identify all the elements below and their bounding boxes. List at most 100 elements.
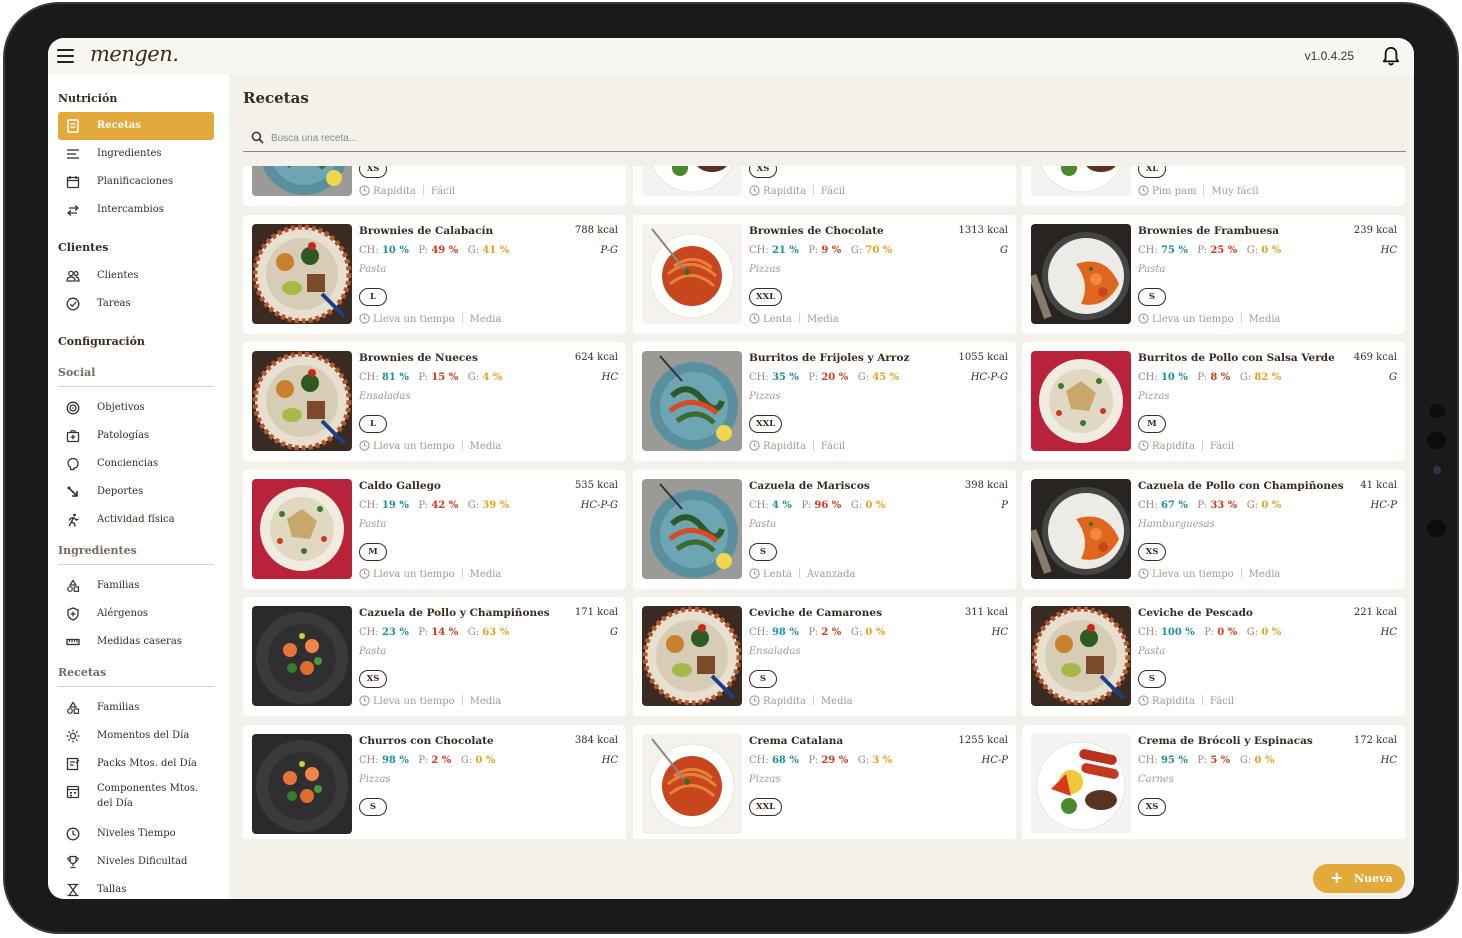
g-value: 0 % (1261, 244, 1282, 256)
ch-value: 19 % (381, 499, 409, 511)
recipe-macro-tags: HC (1380, 244, 1397, 256)
sidebar-item-label: Familias (97, 702, 140, 713)
sidebar-item-ingredientes[interactable]: Ingredientes (58, 140, 214, 168)
recipe-card[interactable]: Crema de Brócoli y Espinacas 172 kcal CH:… (1022, 724, 1405, 839)
recipe-card[interactable]: EnsaladasXLPim pamMuy fácil (1022, 166, 1405, 206)
recipe-name: Brownies de Frambuesa (1138, 224, 1280, 237)
g-label: G: (467, 499, 480, 511)
p-label: P: (418, 244, 429, 256)
recipe-macros: CH: 23 % P: 14 % G: 63 % (359, 627, 509, 638)
sidebar-item-componentes-mtos[interactable]: Componentes Mtos. del Día (58, 778, 214, 816)
recipe-name: Brownies de Chocolate (749, 224, 884, 237)
search-icon (251, 131, 264, 144)
users-icon (66, 270, 80, 282)
recipe-card[interactable]: Cazuela de Pollo y Champiñones 171 kcal C… (243, 597, 626, 716)
recipe-card[interactable]: Cazuela de Pollo con Champiñones 41 kcal … (1022, 469, 1405, 589)
recipe-category: Pasta (749, 518, 777, 530)
recipe-card[interactable]: Churros con Chocolate 384 kcal CH: 98 % P… (243, 724, 626, 839)
clock-icon (1138, 440, 1152, 452)
g-label: G: (460, 754, 473, 766)
sun-icon (66, 729, 80, 743)
recipe-card[interactable]: Brownies de Frambuesa 239 kcal CH: 75 % P… (1022, 214, 1405, 334)
ch-label: CH: (359, 754, 379, 766)
sidebar-item-objetivos[interactable]: Objetivos (58, 394, 214, 422)
recipe-card[interactable]: Brownies de Calabacín 788 kcal CH: 10 % P… (243, 214, 626, 334)
recipe-time: Lleva un tiempo (373, 696, 455, 707)
recipe-difficulty: Media (806, 313, 839, 325)
recipe-macro-tags: HC-P-G (580, 499, 618, 511)
recipe-time: Rapidita (1152, 441, 1195, 452)
recipe-card[interactable]: Crema Catalana 1255 kcal CH: 68 % P: 29 %… (633, 724, 1016, 839)
shield-icon (67, 607, 79, 621)
sidebar-item-deportes[interactable]: Deportes (58, 478, 214, 506)
recipe-size-badge: XXL (749, 287, 783, 306)
clock-icon (359, 185, 373, 197)
ch-label: CH: (1138, 372, 1158, 383)
recipe-card[interactable]: PastaXSRapiditaFácil (243, 166, 626, 206)
notifications-bell-icon[interactable] (1382, 46, 1400, 66)
sidebar-item-recetas[interactable]: Recetas (58, 112, 214, 140)
search-input[interactable] (271, 129, 871, 147)
sidebar-item-familias-ingredientes[interactable]: Familias (58, 572, 214, 600)
p-value: 42 % (431, 499, 459, 511)
sidebar-item-intercambios[interactable]: Intercambios (58, 196, 214, 224)
hamburger-menu-icon[interactable] (57, 49, 74, 63)
sports-arrow-icon (67, 486, 78, 497)
sidebar-item-packs-mtos[interactable]: Packs Mtos. del Día (58, 750, 214, 778)
recipe-card[interactable]: Caldo Gallego 535 kcal CH: 19 % P: 42 % G… (243, 469, 626, 589)
recipe-size-badge: XS (359, 166, 387, 178)
recipe-size-badge: S (749, 542, 777, 561)
clock-icon (359, 695, 373, 707)
recipe-time: Lleva un tiempo (373, 313, 455, 325)
recipe-card[interactable]: Brownies de Chocolate 1313 kcal CH: 21 % … (633, 214, 1016, 334)
recipe-size-badge: XS (1138, 542, 1166, 561)
recipe-card[interactable]: Brownies de Nueces 624 kcal CH: 81 % P: 1… (243, 342, 626, 461)
clock-icon (749, 440, 763, 452)
recipe-card[interactable]: CarnesXSRapiditaFácil (633, 166, 1016, 206)
recipe-card[interactable]: Ceviche de Pescado 221 kcal CH: 100 % P: … (1022, 597, 1405, 716)
new-recipe-button[interactable]: + Nueva (1313, 864, 1405, 893)
recipe-macro-tags: HC-P (981, 754, 1008, 766)
sidebar-item-niveles-tiempo[interactable]: Niveles Tiempo (58, 820, 214, 848)
recipe-meta: Pim pam Muy fácil (1138, 185, 1259, 197)
recipes-grid-viewport[interactable]: Pasta XS Rapidita Fácil Carnes XS Rapidita Fác… (243, 166, 1406, 839)
ch-label: CH: (359, 372, 379, 383)
sidebar-item-tallas[interactable]: Tallas (58, 876, 214, 899)
sidebar-item-niveles-dificultad[interactable]: Niveles Dificultad (58, 848, 214, 876)
recipe-kcal: 788 kcal (574, 224, 618, 236)
recipe-image (1031, 606, 1131, 706)
sidebar-item-planificaciones[interactable]: Planificaciones (58, 168, 214, 196)
sidebar-item-alergenos[interactable]: Alérgenos (58, 600, 214, 628)
recipe-card[interactable]: Burritos de Pollo con Salsa Verde 469 kca… (1022, 342, 1405, 461)
clock-icon (749, 312, 763, 325)
g-label: G: (850, 244, 863, 256)
recipe-time: Rapidita (373, 186, 416, 197)
g-label: G: (467, 244, 480, 256)
recipe-size-badge: M (1138, 415, 1166, 433)
brain-icon (67, 457, 79, 471)
recipe-card[interactable]: Burritos de Frijoles y Arroz 1055 kcal CH… (633, 342, 1016, 461)
recipe-difficulty: Avanzada (806, 568, 856, 580)
recipe-macros: CH: 81 % P: 15 % G: 4 % (359, 372, 502, 383)
subsection-recetas: Recetas (58, 666, 107, 679)
recipe-size-badge: S (1138, 670, 1166, 688)
recipe-difficulty: Media (469, 568, 502, 580)
sidebar-item-tareas[interactable]: Tareas (58, 290, 214, 318)
top-bar: mengen. v1.0.4.25 (48, 38, 1414, 74)
sidebar-item-medidas-caseras[interactable]: Medidas caseras (58, 628, 214, 656)
shapes-icon (67, 701, 80, 714)
g-label: G: (1246, 499, 1259, 511)
recipe-image (252, 606, 352, 706)
sidebar-item-actividad-fisica[interactable]: Actividad física (58, 506, 214, 534)
sidebar-item-patologias[interactable]: Patologías (58, 422, 214, 450)
sidebar-item-conciencias[interactable]: Conciencias (58, 450, 214, 478)
recipe-image (1031, 351, 1131, 451)
sidebar-item-familias-recetas[interactable]: Familias (58, 694, 214, 722)
recipe-card[interactable]: Cazuela de Mariscos 398 kcal CH: 4 % P: 9… (633, 469, 1016, 589)
sidebar-item-label: Deportes (97, 486, 144, 497)
sidebar-item-clientes[interactable]: Clientes (58, 262, 214, 290)
sidebar-item-momentos-del-dia[interactable]: Momentos del Día (58, 722, 214, 750)
recipe-card[interactable]: Ceviche de Camarones 311 kcal CH: 98 % P:… (633, 597, 1016, 716)
page-title: Recetas (243, 89, 309, 107)
ruler-icon (66, 638, 80, 646)
